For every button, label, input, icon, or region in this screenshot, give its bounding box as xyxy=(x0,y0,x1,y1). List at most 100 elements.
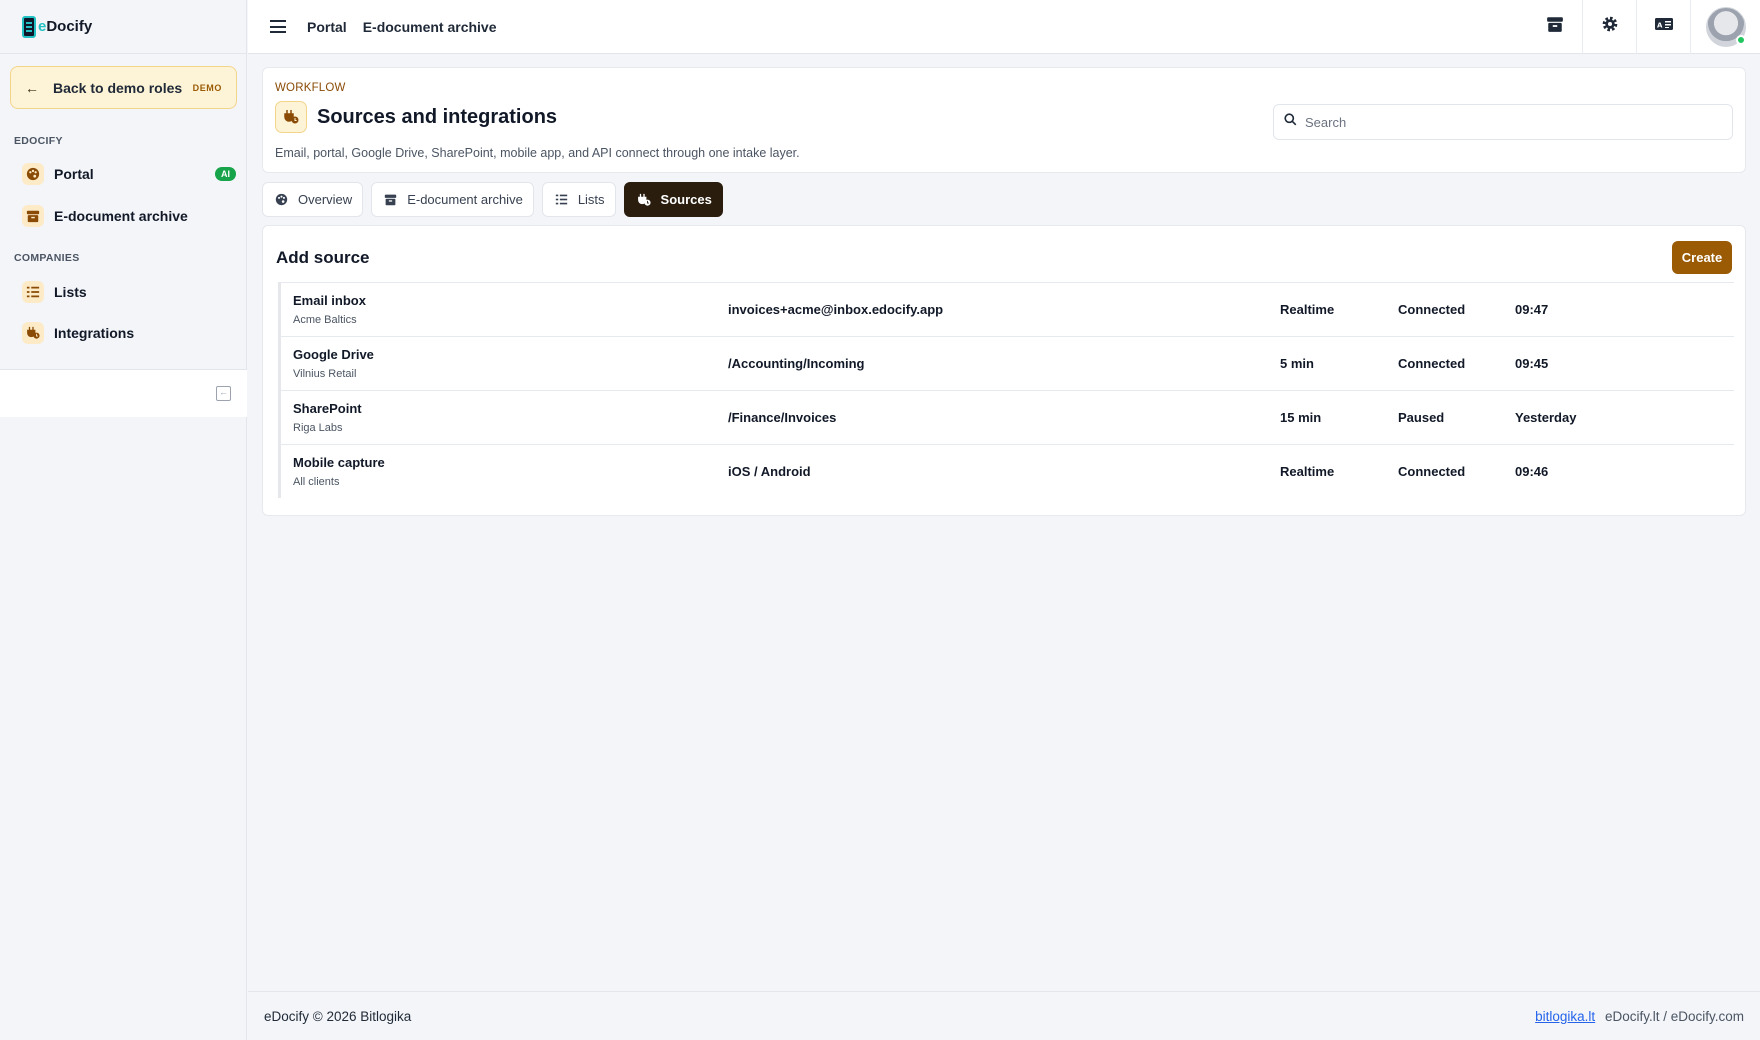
search-input[interactable] xyxy=(1305,114,1705,130)
arrow-left-icon: ← xyxy=(25,79,39,96)
page-eyebrow: WORKFLOW xyxy=(275,82,346,94)
demo-badge: DEMO xyxy=(192,82,222,93)
source-row[interactable]: Mobile capture All clients iOS / Android… xyxy=(278,444,1734,498)
source-target: /Finance/Invoices xyxy=(728,410,837,425)
sidebar-item-label: Integrations xyxy=(54,325,135,341)
tabs: Overview E-document archive Lists Source… xyxy=(262,182,731,217)
tab-label: Sources xyxy=(660,192,712,207)
title-row: Sources and integrations xyxy=(275,101,557,133)
archive-icon xyxy=(384,193,397,206)
source-status: Connected xyxy=(1398,464,1466,479)
source-client: Acme Baltics xyxy=(293,314,357,326)
back-label: Back to demo roles xyxy=(53,79,183,96)
source-status: Paused xyxy=(1398,410,1445,425)
page-header: WORKFLOW Sources and integrations Email,… xyxy=(262,67,1746,173)
tab-label: Overview xyxy=(298,192,353,207)
tab-lists[interactable]: Lists xyxy=(541,182,616,217)
tab-overview[interactable]: Overview xyxy=(262,182,364,217)
tab-label: Lists xyxy=(577,192,605,207)
tab-sources[interactable]: Sources xyxy=(623,182,723,217)
tab-e-document-archive[interactable]: E-document archive xyxy=(371,182,534,217)
sidebar-item-portal[interactable]: Portal AI xyxy=(12,156,236,192)
source-time: Yesterday xyxy=(1515,410,1577,425)
source-time: 09:45 xyxy=(1515,356,1549,371)
ai-badge: AI xyxy=(215,167,236,181)
section-title-companies: COMPANIES xyxy=(14,252,80,264)
search-icon xyxy=(1284,113,1297,131)
source-status: Connected xyxy=(1398,302,1466,317)
source-sync: 5 min xyxy=(1280,356,1314,371)
sidebar: e Docify ← Back to demo roles DEMO EDOCIF… xyxy=(0,0,247,1040)
source-sync: 15 min xyxy=(1280,410,1322,425)
topbar: Portal E-document archive A xyxy=(248,0,1760,54)
sidebar-item-integrations[interactable]: Integrations xyxy=(12,315,236,351)
plug-icon xyxy=(275,101,307,133)
archive-icon xyxy=(22,205,44,227)
source-target: invoices+acme@inbox.edocify.app xyxy=(728,302,944,317)
source-name: SharePoint xyxy=(293,401,362,416)
logo-prefix: e xyxy=(38,18,47,35)
plug-icon xyxy=(22,322,44,344)
sidebar-item-e-document-archive[interactable]: E-document archive xyxy=(12,198,236,234)
source-name: Email inbox xyxy=(293,293,366,308)
footer-domains: eDocify.lt / eDocify.com xyxy=(1604,1009,1744,1024)
gear-icon xyxy=(1601,15,1619,38)
online-status-icon xyxy=(1735,34,1746,45)
settings-button[interactable] xyxy=(1582,0,1636,54)
archive-icon xyxy=(1546,15,1564,38)
breadcrumb-portal[interactable]: Portal xyxy=(307,19,347,35)
source-client: Vilnius Retail xyxy=(293,368,357,380)
id-card-icon: A xyxy=(1654,16,1674,37)
source-time: 09:46 xyxy=(1515,464,1549,479)
logo[interactable]: e Docify xyxy=(22,15,93,38)
id-card-button[interactable]: A xyxy=(1636,0,1690,54)
search-box[interactable] xyxy=(1273,104,1733,140)
breadcrumb-e-document-archive[interactable]: E-document archive xyxy=(363,19,497,35)
sources-title: Add source xyxy=(276,248,370,267)
source-status: Connected xyxy=(1398,356,1466,371)
source-row[interactable]: SharePoint Riga Labs /Finance/Invoices 1… xyxy=(278,390,1734,444)
source-sync: Realtime xyxy=(1280,464,1335,479)
list-icon xyxy=(22,281,44,303)
list-icon xyxy=(555,193,568,206)
tab-label: E-document archive xyxy=(407,192,523,207)
topbar-actions: A xyxy=(1528,0,1760,54)
avatar xyxy=(1705,6,1746,47)
footer: eDocify © 2026 Bitlogika bitlogika.lt eD… xyxy=(248,991,1760,1040)
main-content: WORKFLOW Sources and integrations Email,… xyxy=(248,54,1760,532)
footer-copyright: eDocify © 2026 Bitlogika xyxy=(264,1009,412,1024)
sidebar-item-label: Lists xyxy=(54,284,87,300)
sources-list: Email inbox Acme Baltics invoices+acme@i… xyxy=(278,282,1734,498)
sidebar-footer: ← xyxy=(0,369,247,417)
source-target: iOS / Android xyxy=(728,464,811,479)
sidebar-item-label: Portal xyxy=(54,166,94,182)
collapse-sidebar-icon[interactable]: ← xyxy=(216,386,231,401)
menu-icon[interactable] xyxy=(270,20,286,33)
sidebar-item-lists[interactable]: Lists xyxy=(12,274,236,310)
footer-link-bitlogika[interactable]: bitlogika.lt xyxy=(1535,1009,1595,1024)
page-subtitle: Email, portal, Google Drive, SharePoint,… xyxy=(275,146,800,160)
source-sync: Realtime xyxy=(1280,302,1335,317)
source-client: Riga Labs xyxy=(293,422,343,434)
palette-icon xyxy=(275,193,288,206)
sidebar-item-label: E-document archive xyxy=(54,208,188,224)
archive-button[interactable] xyxy=(1528,0,1582,54)
source-row[interactable]: Google Drive Vilnius Retail /Accounting/… xyxy=(278,336,1734,390)
source-target: /Accounting/Incoming xyxy=(728,356,865,371)
source-row[interactable]: Email inbox Acme Baltics invoices+acme@i… xyxy=(278,282,1734,336)
plug-icon xyxy=(637,193,651,207)
logo-icon xyxy=(22,15,36,38)
sources-card: Add source Create Email inbox Acme Balti… xyxy=(262,225,1746,516)
svg-text:A: A xyxy=(1657,22,1663,30)
footer-links: bitlogika.lt eDocify.lt / eDocify.com xyxy=(1535,1009,1744,1024)
create-button[interactable]: Create xyxy=(1672,241,1732,274)
sidebar-header: e Docify xyxy=(0,0,246,54)
page-title: Sources and integrations xyxy=(317,105,558,128)
source-client: All clients xyxy=(293,476,340,488)
user-menu-button[interactable] xyxy=(1690,0,1760,54)
back-to-demo-roles-button[interactable]: ← Back to demo roles DEMO xyxy=(10,66,237,109)
section-title-edocify: EDOCIFY xyxy=(14,135,63,147)
palette-icon xyxy=(22,163,44,185)
source-name: Mobile capture xyxy=(293,455,385,470)
logo-name: Docify xyxy=(46,18,93,35)
